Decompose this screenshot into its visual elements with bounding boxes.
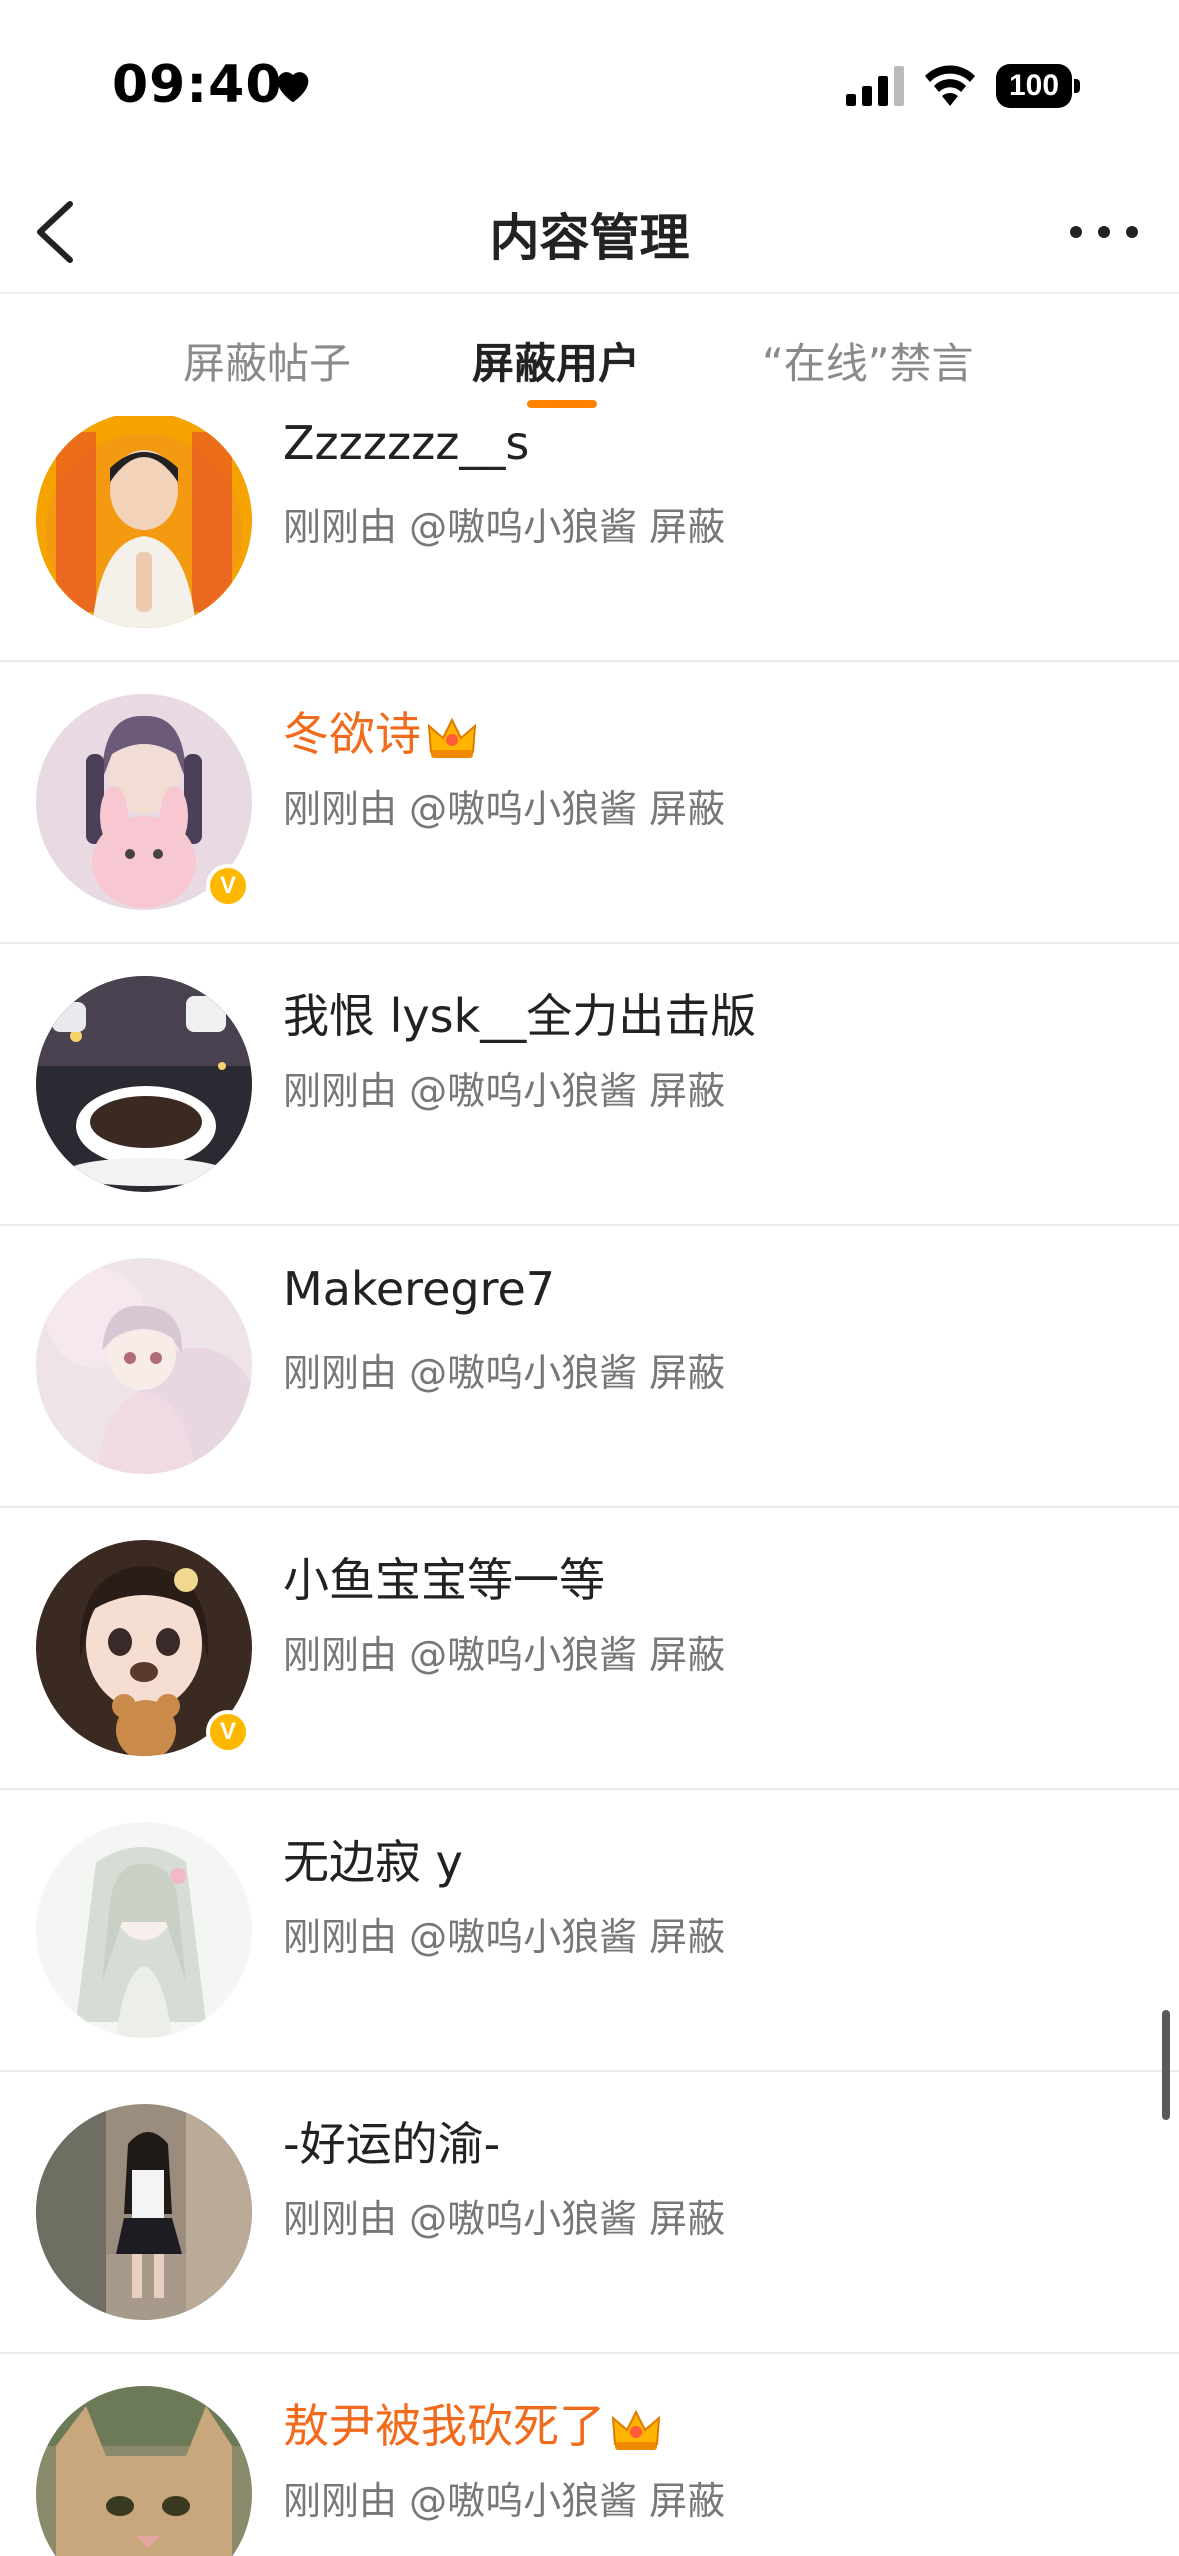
avatar[interactable] <box>36 416 252 628</box>
user-name[interactable]: Zzzzzzz__s <box>283 416 529 470</box>
avatar[interactable] <box>36 976 252 1192</box>
block-info: 刚刚由 @嗷呜小狼酱 屏蔽 <box>283 2479 726 2523</box>
block-info: 刚刚由 @嗷呜小狼酱 屏蔽 <box>283 505 726 549</box>
avatar[interactable] <box>36 1822 252 2038</box>
vip-crown-icon <box>611 2409 661 2450</box>
list-item[interactable]: V 小鱼宝宝等一等 刚刚由 @嗷呜小狼酱 屏蔽 <box>0 1508 1179 1790</box>
avatar[interactable] <box>36 2386 252 2556</box>
status-bar: 09:40 100 <box>0 0 1179 170</box>
user-name[interactable]: 冬欲诗 <box>283 698 479 764</box>
user-name[interactable]: Makeregre7 <box>283 1262 555 1316</box>
block-info: 刚刚由 @嗷呜小狼酱 屏蔽 <box>283 1915 726 1959</box>
battery-tip <box>1074 79 1080 93</box>
battery-indicator: 100 <box>996 64 1080 108</box>
user-name[interactable]: -好运的渝- <box>283 2108 500 2174</box>
user-name[interactable]: 我恨 lysk__全力出击版 <box>283 980 756 1046</box>
wifi-icon <box>925 65 975 106</box>
tab-blocked-users[interactable]: 屏蔽用户 <box>472 330 640 391</box>
block-info: 刚刚由 @嗷呜小狼酱 屏蔽 <box>283 1633 726 1677</box>
user-name-text: 冬欲诗 <box>283 707 421 761</box>
list-item[interactable]: Zzzzzzz__s 刚刚由 @嗷呜小狼酱 屏蔽 <box>0 416 1179 662</box>
active-tab-indicator <box>527 400 597 408</box>
block-info: 刚刚由 @嗷呜小狼酱 屏蔽 <box>283 1069 726 1113</box>
battery-level: 100 <box>1008 69 1060 102</box>
status-time: 09:40 <box>112 55 283 115</box>
tab-blocked-posts[interactable]: 屏蔽帖子 <box>183 330 351 391</box>
list-item[interactable]: V 冬欲诗 刚刚由 @嗷呜小狼酱 屏蔽 <box>0 662 1179 944</box>
scroll-indicator[interactable] <box>1162 2010 1170 2120</box>
tab-online-mute[interactable]: “在线”禁言 <box>762 330 974 391</box>
user-name[interactable]: 无边寂 y <box>283 1826 463 1892</box>
more-dots-icon[interactable] <box>1066 218 1142 246</box>
cellular-signal-icon <box>846 66 904 106</box>
list-item[interactable]: 敖尹被我砍死了 刚刚由 @嗷呜小狼酱 屏蔽 <box>0 2354 1179 2556</box>
navigation-bar: 内容管理 <box>0 170 1179 294</box>
user-name[interactable]: 敖尹被我砍死了 <box>283 2390 663 2456</box>
app-screen: 09:40 100 内容管理 屏蔽帖子 屏蔽用户 “在线”禁言 Zzzzzzz_… <box>0 0 1179 2556</box>
list-item[interactable]: Makeregre7 刚刚由 @嗷呜小狼酱 屏蔽 <box>0 1226 1179 1508</box>
list-item[interactable]: 我恨 lysk__全力出击版 刚刚由 @嗷呜小狼酱 屏蔽 <box>0 944 1179 1226</box>
verified-badge-icon: V <box>206 864 250 908</box>
block-info: 刚刚由 @嗷呜小狼酱 屏蔽 <box>283 1351 726 1395</box>
vip-crown-icon <box>427 717 477 758</box>
blocked-users-list: Zzzzzzz__s 刚刚由 @嗷呜小狼酱 屏蔽 V 冬欲诗 刚刚由 @嗷呜小狼… <box>0 416 1179 2556</box>
blocked-users-list-content: Zzzzzzz__s 刚刚由 @嗷呜小狼酱 屏蔽 V 冬欲诗 刚刚由 @嗷呜小狼… <box>0 416 1179 2556</box>
user-name-text: 敖尹被我砍死了 <box>283 2399 605 2453</box>
avatar[interactable] <box>36 2104 252 2320</box>
avatar[interactable] <box>36 1258 252 1474</box>
block-info: 刚刚由 @嗷呜小狼酱 屏蔽 <box>283 787 726 831</box>
block-info: 刚刚由 @嗷呜小狼酱 屏蔽 <box>283 2197 726 2241</box>
user-name[interactable]: 小鱼宝宝等一等 <box>283 1544 605 1610</box>
list-item[interactable]: 无边寂 y 刚刚由 @嗷呜小狼酱 屏蔽 <box>0 1790 1179 2072</box>
heart-icon <box>277 72 309 103</box>
verified-badge-icon: V <box>206 1710 250 1754</box>
list-item[interactable]: -好运的渝- 刚刚由 @嗷呜小狼酱 屏蔽 <box>0 2072 1179 2354</box>
page-title: 内容管理 <box>489 209 690 267</box>
tab-bar: 屏蔽帖子 屏蔽用户 “在线”禁言 <box>0 296 1179 416</box>
